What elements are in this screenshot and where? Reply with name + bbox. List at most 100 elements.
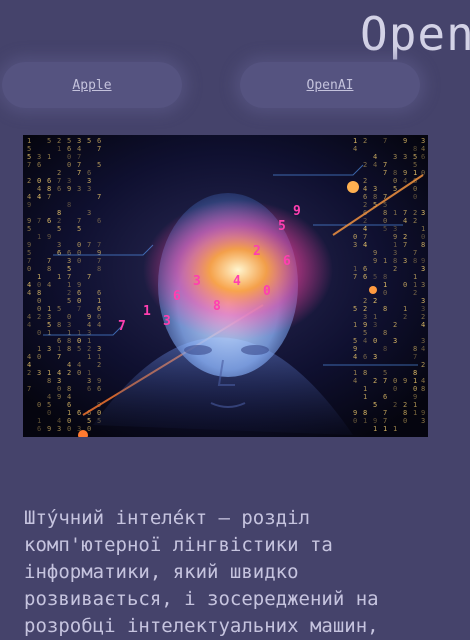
svg-text:9: 9 (353, 345, 357, 353)
svg-text:0: 0 (47, 409, 51, 417)
svg-text:2: 2 (373, 377, 377, 385)
svg-text:2: 2 (363, 305, 367, 313)
svg-text:6: 6 (67, 249, 71, 257)
svg-text:0: 0 (67, 425, 71, 433)
svg-text:4: 4 (87, 321, 91, 329)
svg-text:1: 1 (27, 137, 31, 145)
svg-text:8: 8 (373, 193, 377, 201)
svg-text:0: 0 (413, 185, 417, 193)
svg-text:2: 2 (403, 401, 407, 409)
svg-text:5: 5 (27, 153, 31, 161)
svg-text:7: 7 (403, 209, 407, 217)
svg-text:1: 1 (393, 241, 397, 249)
svg-text:0: 0 (67, 161, 71, 169)
svg-text:1: 1 (353, 137, 357, 145)
svg-text:5: 5 (373, 273, 377, 281)
svg-text:3: 3 (353, 241, 357, 249)
svg-text:3: 3 (421, 337, 425, 345)
svg-text:5: 5 (413, 153, 417, 161)
svg-text:4: 4 (67, 393, 71, 401)
svg-text:9: 9 (413, 393, 417, 401)
svg-text:9: 9 (421, 409, 425, 417)
svg-text:8: 8 (383, 209, 387, 217)
svg-text:1: 1 (421, 225, 425, 233)
svg-text:3: 3 (87, 177, 91, 185)
svg-text:4: 4 (363, 225, 367, 233)
svg-text:2: 2 (27, 177, 31, 185)
svg-text:1: 1 (383, 281, 387, 289)
svg-text:8: 8 (393, 169, 397, 177)
svg-text:7: 7 (57, 177, 61, 185)
svg-text:6: 6 (47, 217, 51, 225)
svg-text:9: 9 (403, 169, 407, 177)
svg-text:1: 1 (383, 257, 387, 265)
svg-text:0: 0 (393, 385, 397, 393)
svg-text:4: 4 (27, 193, 31, 201)
svg-text:9: 9 (47, 425, 51, 433)
svg-text:0: 0 (413, 193, 417, 201)
svg-text:2: 2 (393, 321, 397, 329)
svg-text:7: 7 (47, 193, 51, 201)
svg-text:3: 3 (393, 337, 397, 345)
svg-text:3: 3 (421, 137, 425, 145)
svg-text:1: 1 (97, 297, 101, 305)
svg-text:4: 4 (373, 153, 377, 161)
svg-text:8: 8 (47, 185, 51, 193)
svg-text:5: 5 (77, 345, 81, 353)
svg-text:7: 7 (413, 353, 417, 361)
svg-text:7: 7 (118, 319, 126, 334)
svg-text:8: 8 (67, 345, 71, 353)
nav-link-openai[interactable]: OpenAI (307, 78, 354, 93)
svg-text:8: 8 (413, 369, 417, 377)
svg-text:1: 1 (413, 169, 417, 177)
svg-text:1: 1 (47, 369, 51, 377)
svg-text:8: 8 (393, 257, 397, 265)
svg-text:1: 1 (143, 304, 151, 319)
svg-text:0: 0 (353, 233, 357, 241)
svg-text:8: 8 (363, 369, 367, 377)
svg-text:6: 6 (37, 161, 41, 169)
svg-text:9: 9 (47, 233, 51, 241)
hero-image: 1557249959570444444273604471108002010301… (23, 135, 428, 437)
svg-text:6: 6 (77, 289, 81, 297)
svg-text:2: 2 (403, 233, 407, 241)
svg-text:3: 3 (87, 329, 91, 337)
svg-text:3: 3 (193, 274, 201, 289)
svg-text:6: 6 (67, 145, 71, 153)
svg-text:4: 4 (57, 417, 61, 425)
svg-text:9: 9 (403, 377, 407, 385)
svg-text:1: 1 (67, 281, 71, 289)
svg-text:5: 5 (57, 305, 61, 313)
svg-text:9: 9 (293, 204, 301, 219)
svg-text:4: 4 (27, 361, 31, 369)
svg-text:8: 8 (213, 299, 221, 314)
svg-text:1: 1 (67, 409, 71, 417)
svg-text:6: 6 (363, 353, 367, 361)
svg-text:4: 4 (363, 185, 367, 193)
svg-text:4: 4 (373, 161, 377, 169)
svg-text:4: 4 (353, 353, 357, 361)
svg-text:0: 0 (37, 305, 41, 313)
svg-text:1: 1 (373, 425, 377, 433)
svg-text:4: 4 (421, 377, 425, 385)
svg-text:7: 7 (383, 417, 387, 425)
svg-text:1: 1 (47, 305, 51, 313)
nav-link-apple[interactable]: Apple (72, 78, 111, 93)
svg-text:3: 3 (421, 297, 425, 305)
svg-text:3: 3 (393, 249, 397, 257)
svg-text:6: 6 (97, 313, 101, 321)
svg-text:1: 1 (87, 337, 91, 345)
svg-text:6: 6 (47, 177, 51, 185)
svg-text:9: 9 (373, 257, 377, 265)
svg-text:1: 1 (363, 385, 367, 393)
svg-text:0: 0 (87, 425, 91, 433)
svg-text:5: 5 (47, 401, 51, 409)
svg-text:0: 0 (353, 417, 357, 425)
svg-text:9: 9 (77, 281, 81, 289)
svg-text:5: 5 (278, 219, 286, 234)
svg-text:9: 9 (403, 137, 407, 145)
svg-text:7: 7 (353, 273, 357, 281)
svg-text:5: 5 (57, 225, 61, 233)
svg-text:5: 5 (383, 225, 387, 233)
svg-text:7: 7 (383, 377, 387, 385)
